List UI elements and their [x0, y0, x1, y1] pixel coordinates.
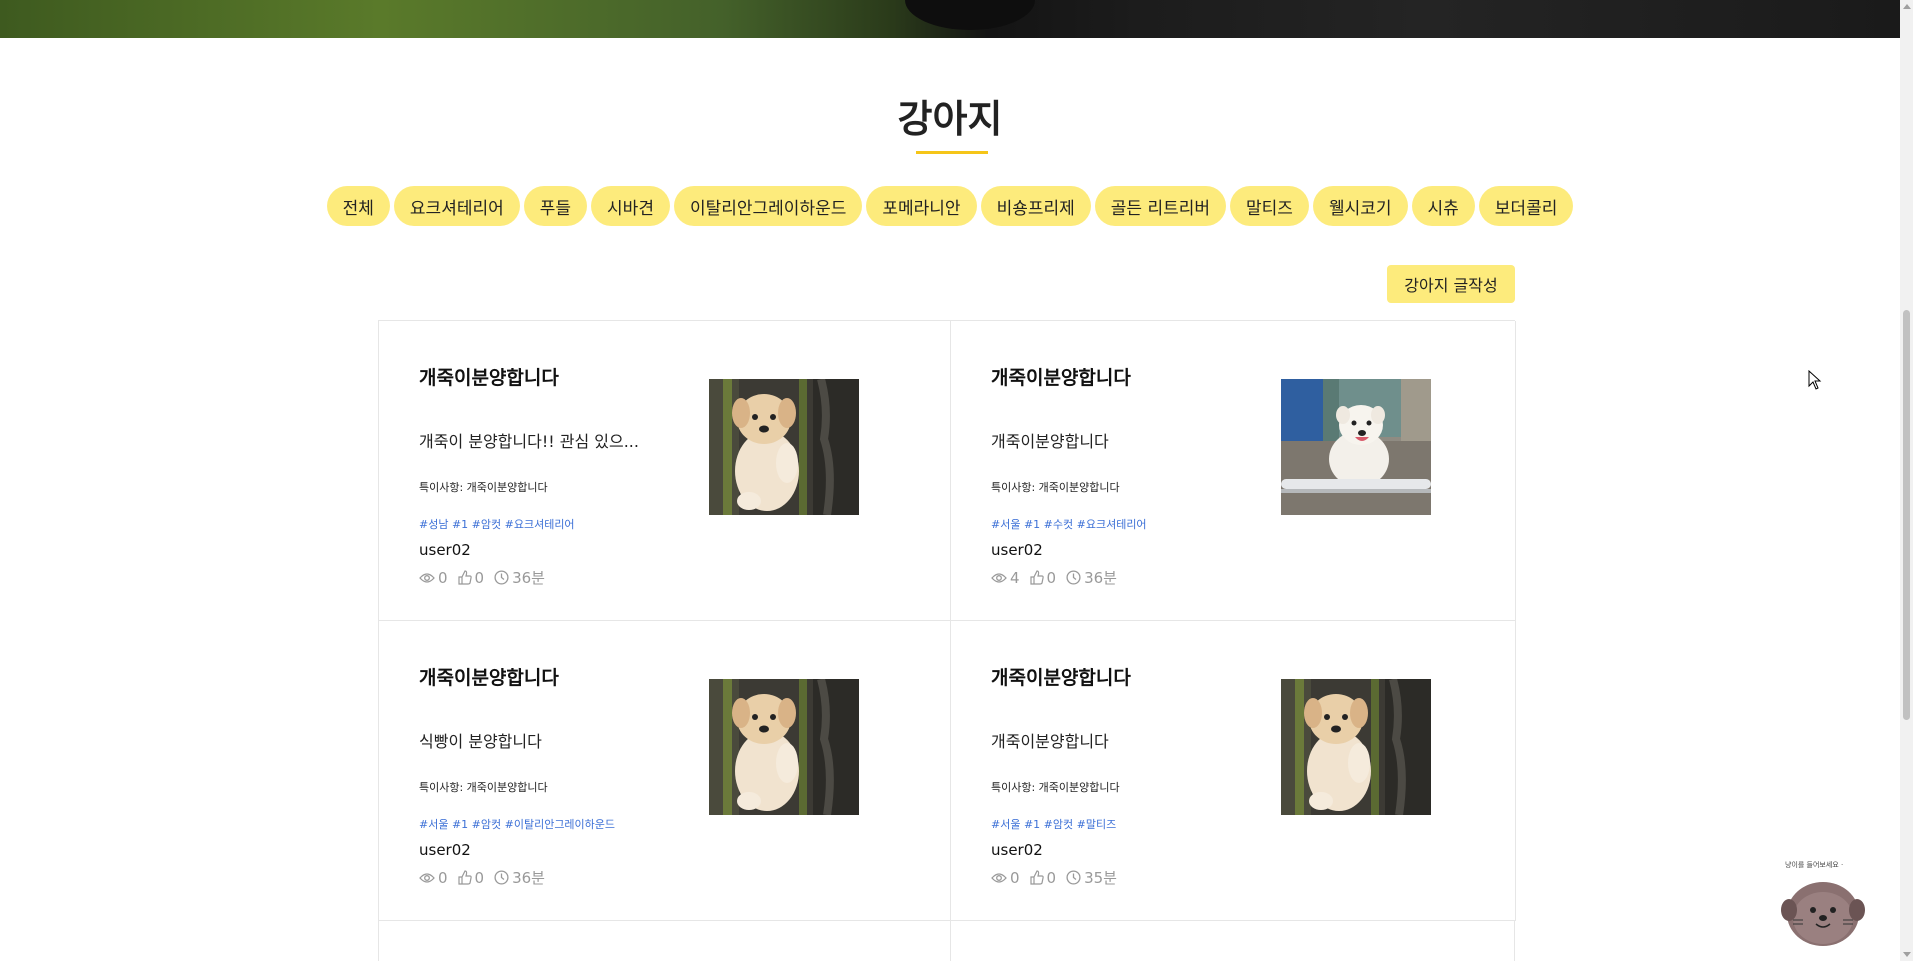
eye-icon — [419, 872, 435, 883]
thumbs-up-icon — [1029, 570, 1044, 585]
post-time: 36분 — [1084, 569, 1117, 587]
post-note: 특이사항: 개죽이분양합니다 — [991, 481, 1120, 494]
post-tags[interactable]: #서울 #1 #수컷 #요크셔테리어 — [991, 516, 1147, 532]
breed-chip[interactable]: 포메라니안 — [866, 186, 977, 226]
like-count: 0 — [1046, 568, 1057, 587]
like-count: 0 — [474, 568, 485, 587]
breed-chip[interactable]: 비숑프리제 — [980, 186, 1091, 226]
post-description: 개죽이분양합니다 — [991, 732, 1109, 751]
post-stats: 4 0 36분 — [991, 567, 1117, 588]
mascot-chat-button[interactable] — [1775, 858, 1869, 952]
breed-chip[interactable]: 말티즈 — [1230, 186, 1309, 226]
post-author: user02 — [991, 841, 1043, 859]
post-author: user02 — [419, 541, 471, 559]
like-count: 0 — [474, 868, 485, 887]
post-grid: 개죽이분양합니다 개죽이 분양합니다!! 관심 있으... 특이사항: 개죽이분… — [378, 320, 1516, 921]
view-count: 0 — [438, 568, 448, 587]
eye-icon — [991, 572, 1007, 583]
post-tags[interactable]: #성남 #1 #암컷 #요크셔테리어 — [419, 516, 575, 532]
post-title: 개죽이분양합니다 — [419, 667, 559, 689]
view-count: 4 — [1010, 568, 1020, 587]
post-title: 개죽이분양합니다 — [419, 367, 559, 389]
view-count: 0 — [1010, 868, 1020, 887]
puppy-bamboo-photo — [1281, 679, 1431, 815]
post-stats: 0 0 36분 — [419, 567, 545, 588]
write-post-button[interactable]: 강아지 글작성 — [1387, 265, 1515, 303]
breed-chip[interactable]: 시츄 — [1411, 186, 1475, 226]
hero-banner-image — [0, 0, 1900, 38]
post-grid-next-row — [378, 920, 1515, 961]
post-stats: 0 0 35분 — [991, 867, 1117, 888]
post-time: 36분 — [512, 569, 545, 587]
breed-chip[interactable]: 웰시코기 — [1312, 186, 1408, 226]
post-note: 특이사항: 개죽이분양합니다 — [419, 481, 548, 494]
post-note: 특이사항: 개죽이분양합니다 — [419, 781, 548, 794]
scroll-down-arrow-icon[interactable] — [1903, 952, 1911, 957]
eye-icon — [419, 572, 435, 583]
thumbs-up-icon — [457, 570, 472, 585]
title-underline — [916, 151, 988, 154]
post-card[interactable]: 개죽이분양합니다 개죽이분양합니다 특이사항: 개죽이분양합니다 #서울 #1 … — [951, 621, 1516, 921]
thumbs-up-icon — [457, 870, 472, 885]
clock-icon — [494, 570, 509, 585]
breed-chip[interactable]: 푸들 — [523, 186, 588, 226]
post-author: user02 — [991, 541, 1043, 559]
eye-icon — [991, 872, 1007, 883]
breed-filter-bar: 전체 요크셔테리어 푸들 시바견 이탈리안그레이하운드 포메라니안 비숑프리제 … — [0, 186, 1900, 226]
scroll-up-arrow-icon[interactable] — [1903, 4, 1911, 9]
post-card[interactable]: 개죽이분양합니다 식빵이 분양합니다 특이사항: 개죽이분양합니다 #서울 #1… — [379, 621, 951, 921]
page-title: 강아지 — [897, 97, 1003, 141]
puppy-bamboo-photo — [709, 379, 859, 515]
breed-chip[interactable]: 이탈리안그레이하운드 — [673, 186, 863, 226]
post-title: 개죽이분양합니다 — [991, 367, 1131, 389]
mouse-cursor-icon — [1808, 370, 1822, 390]
page-scrollbar[interactable] — [1900, 0, 1913, 961]
clock-icon — [1066, 870, 1081, 885]
breed-chip[interactable]: 시바견 — [591, 186, 670, 226]
like-count: 0 — [1046, 868, 1057, 887]
post-description: 개죽이분양합니다 — [991, 432, 1109, 451]
post-description: 식빵이 분양합니다 — [419, 732, 542, 751]
white-dog-fence-photo — [1281, 379, 1431, 515]
thumbs-up-icon — [1029, 870, 1044, 885]
post-card[interactable]: 개죽이분양합니다 개죽이 분양합니다!! 관심 있으... 특이사항: 개죽이분… — [379, 321, 951, 621]
breed-chip[interactable]: 골든 리트리버 — [1094, 186, 1227, 226]
breed-chip[interactable]: 전체 — [326, 186, 390, 226]
clock-icon — [1066, 570, 1081, 585]
clock-icon — [494, 870, 509, 885]
post-title: 개죽이분양합니다 — [991, 667, 1131, 689]
post-note: 특이사항: 개죽이분양합니다 — [991, 781, 1120, 794]
view-count: 0 — [438, 868, 448, 887]
mascot-caption: 냥이를 들어보세요 · — [1785, 861, 1844, 869]
post-author: user02 — [419, 841, 471, 859]
post-time: 35분 — [1084, 869, 1117, 887]
post-tags[interactable]: #서울 #1 #암컷 #말티즈 — [991, 816, 1116, 832]
post-stats: 0 0 36분 — [419, 867, 545, 888]
post-time: 36분 — [512, 869, 545, 887]
scrollbar-thumb[interactable] — [1903, 310, 1910, 720]
breed-chip[interactable]: 보더콜리 — [1478, 186, 1574, 226]
breed-chip[interactable]: 요크셔테리어 — [393, 186, 520, 226]
post-description: 개죽이 분양합니다!! 관심 있으... — [419, 432, 639, 451]
post-card[interactable]: 개죽이분양합니다 개죽이분양합니다 특이사항: 개죽이분양합니다 #서울 #1 … — [951, 321, 1516, 621]
post-tags[interactable]: #서울 #1 #암컷 #이탈리안그레이하운드 — [419, 816, 615, 832]
puppy-bamboo-photo — [709, 679, 859, 815]
